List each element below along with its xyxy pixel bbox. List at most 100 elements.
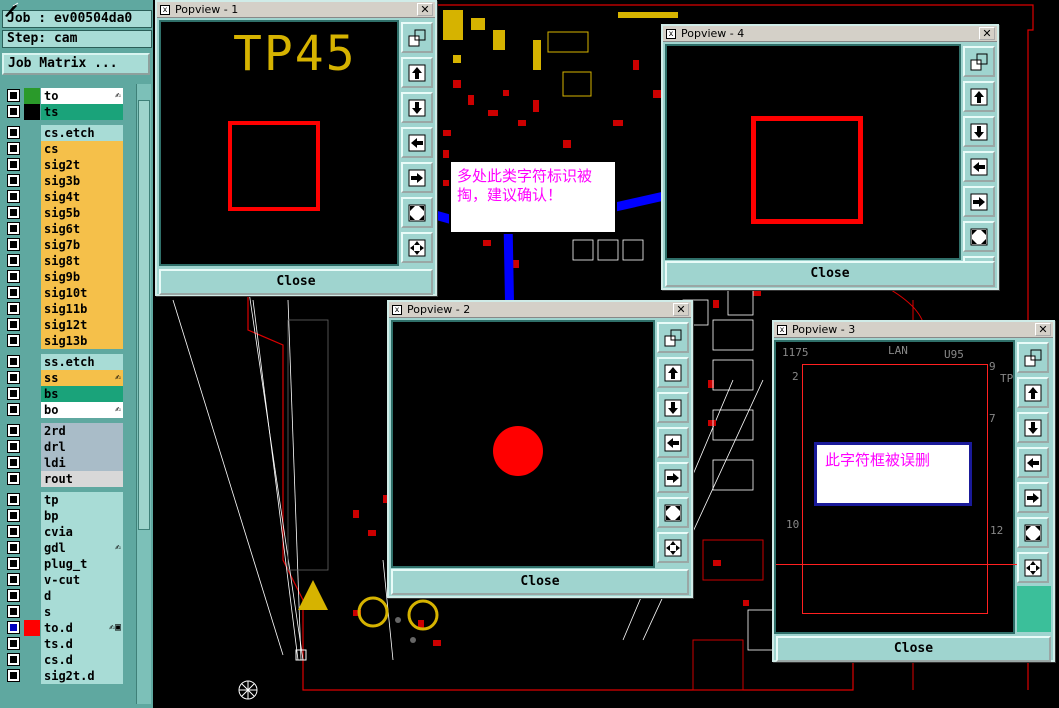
layer-checkbox[interactable]: [7, 105, 20, 118]
popview-2-close-icon[interactable]: ✕: [673, 303, 689, 316]
layer-checkbox[interactable]: [7, 669, 20, 682]
layer-checkbox[interactable]: [7, 589, 20, 602]
layer-checkbox[interactable]: [7, 456, 20, 469]
popview-3-close-button[interactable]: Close: [776, 636, 1051, 662]
layer-row-2rd[interactable]: 2rd: [4, 423, 123, 439]
layer-row-ts[interactable]: ts: [4, 104, 123, 120]
zoom-in-button[interactable]: [657, 497, 689, 528]
window-menu-icon[interactable]: x: [160, 5, 170, 15]
layer-row-drl[interactable]: drl: [4, 439, 123, 455]
layer-checkbox[interactable]: [7, 653, 20, 666]
layer-row-sig5b[interactable]: sig5b: [4, 205, 123, 221]
pan-up-button[interactable]: [963, 81, 995, 112]
pan-left-button[interactable]: [401, 127, 433, 158]
window-menu-icon[interactable]: x: [777, 325, 787, 335]
pan-up-button[interactable]: [1017, 377, 1049, 408]
window-menu-icon[interactable]: x: [666, 29, 676, 39]
layer-name[interactable]: ts: [41, 104, 123, 120]
popview-1-canvas[interactable]: TP45: [159, 20, 399, 266]
layer-checkbox[interactable]: [7, 334, 20, 347]
layer-checkbox[interactable]: [7, 190, 20, 203]
layer-checkbox[interactable]: [7, 126, 20, 139]
layer-row-ss-etch[interactable]: ss.etch: [4, 354, 123, 370]
layer-row-s[interactable]: s: [4, 604, 123, 620]
layer-row-ts-d[interactable]: ts.d: [4, 636, 123, 652]
popview-1-close-button[interactable]: Close: [159, 269, 433, 295]
layer-name[interactable]: sig3b: [41, 173, 123, 189]
layer-checkbox[interactable]: [7, 158, 20, 171]
layer-row-d[interactable]: d: [4, 588, 123, 604]
layer-name[interactable]: sig11b: [41, 301, 123, 317]
layer-checkbox[interactable]: [7, 403, 20, 416]
layer-row-bo[interactable]: bo ✍: [4, 402, 123, 418]
layer-checkbox[interactable]: [7, 541, 20, 554]
layer-list-scrollbar[interactable]: [136, 84, 151, 704]
layer-name[interactable]: v-cut: [41, 572, 123, 588]
layer-row-sig3b[interactable]: sig3b: [4, 173, 123, 189]
zoom-window-button[interactable]: [401, 22, 433, 53]
layer-row-sig8t[interactable]: sig8t: [4, 253, 123, 269]
layer-name[interactable]: bs: [41, 386, 123, 402]
layer-name[interactable]: sig2t.d: [41, 668, 123, 684]
layer-checkbox[interactable]: [7, 440, 20, 453]
layer-row-cs-d[interactable]: cs.d: [4, 652, 123, 668]
layer-name[interactable]: sig12t: [41, 317, 123, 333]
scrollbar-thumb[interactable]: [138, 100, 150, 530]
popview-4-canvas[interactable]: [665, 44, 961, 260]
popview-4-close-button[interactable]: Close: [665, 261, 995, 287]
layer-checkbox[interactable]: [7, 302, 20, 315]
layer-name[interactable]: tp: [41, 492, 123, 508]
layer-row-sig4t[interactable]: sig4t: [4, 189, 123, 205]
layer-name[interactable]: plug_t: [41, 556, 123, 572]
pan-up-button[interactable]: [657, 357, 689, 388]
layer-name[interactable]: sig2t: [41, 157, 123, 173]
pan-right-button[interactable]: [401, 162, 433, 193]
layer-checkbox[interactable]: [7, 286, 20, 299]
layer-checkbox[interactable]: [7, 637, 20, 650]
zoom-in-button[interactable]: [401, 197, 433, 228]
layer-row-rout[interactable]: rout: [4, 471, 123, 487]
layer-name[interactable]: sig6t: [41, 221, 123, 237]
zoom-window-button[interactable]: [1017, 342, 1049, 373]
window-menu-icon[interactable]: x: [392, 305, 402, 315]
layer-checkbox[interactable]: [7, 355, 20, 368]
layer-name[interactable]: s: [41, 604, 123, 620]
layer-row-ss[interactable]: ss ✍: [4, 370, 123, 386]
layer-name[interactable]: rout: [41, 471, 123, 487]
popview-4-close-icon[interactable]: ✕: [979, 27, 995, 40]
layer-checkbox[interactable]: [7, 424, 20, 437]
layer-row-to-d[interactable]: to.d ✍▣: [4, 620, 123, 636]
layer-checkbox[interactable]: [7, 472, 20, 485]
popview-1-close-icon[interactable]: ✕: [417, 3, 433, 16]
layer-checkbox[interactable]: [7, 525, 20, 538]
layer-name[interactable]: bp: [41, 508, 123, 524]
layer-name[interactable]: ts.d: [41, 636, 123, 652]
layer-row-gdl[interactable]: gdl ✍: [4, 540, 123, 556]
layer-name[interactable]: sig8t: [41, 253, 123, 269]
layer-checkbox[interactable]: [7, 509, 20, 522]
zoom-out-button[interactable]: [401, 232, 433, 263]
pan-up-button[interactable]: [401, 57, 433, 88]
layer-name[interactable]: 2rd: [41, 423, 123, 439]
pan-down-button[interactable]: [657, 392, 689, 423]
layer-row-v-cut[interactable]: v-cut: [4, 572, 123, 588]
layer-name[interactable]: cs.d: [41, 652, 123, 668]
layer-name[interactable]: to ✍: [41, 88, 123, 104]
zoom-out-button[interactable]: [657, 532, 689, 563]
layer-row-sig11b[interactable]: sig11b: [4, 301, 123, 317]
zoom-window-button[interactable]: [963, 46, 995, 77]
layer-row-cs-etch[interactable]: cs.etch: [4, 125, 123, 141]
layer-checkbox[interactable]: [7, 89, 20, 102]
layer-checkbox[interactable]: [7, 142, 20, 155]
layer-row-bs[interactable]: bs: [4, 386, 123, 402]
pan-down-button[interactable]: [1017, 412, 1049, 443]
pan-left-button[interactable]: [1017, 447, 1049, 478]
popview-2-canvas[interactable]: [391, 320, 655, 568]
layer-name[interactable]: sig7b: [41, 237, 123, 253]
layer-name[interactable]: to.d ✍▣: [41, 620, 123, 636]
layer-checkbox[interactable]: [7, 270, 20, 283]
layer-name[interactable]: ldi: [41, 455, 123, 471]
pan-right-button[interactable]: [963, 186, 995, 217]
pan-down-button[interactable]: [401, 92, 433, 123]
pan-down-button[interactable]: [963, 116, 995, 147]
